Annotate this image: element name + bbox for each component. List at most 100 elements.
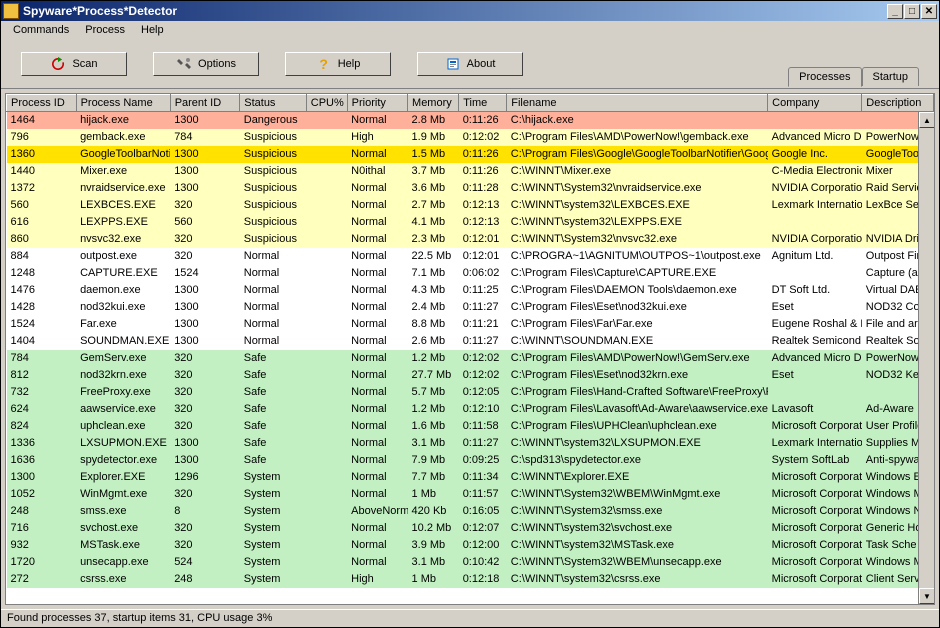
table-row[interactable]: 616LEXPPS.EXE560SuspiciousNormal4.1 Mb0:… — [7, 214, 934, 231]
tab-startup[interactable]: Startup — [862, 67, 919, 86]
table-row[interactable]: 248smss.exe8SystemAboveNorm420 Kb0:16:05… — [7, 503, 934, 520]
col-header[interactable]: Filename — [507, 95, 768, 112]
cell-pname: GemServ.exe — [76, 350, 170, 367]
cell-comp — [768, 112, 862, 129]
cell-pid: 1248 — [7, 265, 77, 282]
table-row[interactable]: 860nvsvc32.exe320SuspiciousNormal2.3 Mb0… — [7, 231, 934, 248]
cell-comp — [768, 384, 862, 401]
col-header[interactable]: Parent ID — [170, 95, 240, 112]
cell-mem: 5.7 Mb — [408, 384, 459, 401]
menu-help[interactable]: Help — [133, 23, 172, 37]
cell-parent: 1300 — [170, 299, 240, 316]
menu-commands[interactable]: Commands — [5, 23, 77, 37]
table-row[interactable]: 1464hijack.exe1300DangerousNormal2.8 Mb0… — [7, 112, 934, 129]
table-row[interactable]: 272csrss.exe248SystemHigh1 Mb0:12:18C:\W… — [7, 571, 934, 588]
cell-pid: 248 — [7, 503, 77, 520]
cell-time: 0:12:01 — [459, 248, 507, 265]
col-header[interactable]: Priority — [347, 95, 407, 112]
cell-cpu — [306, 503, 347, 520]
cell-time: 0:11:27 — [459, 333, 507, 350]
cell-mem: 2.3 Mb — [408, 231, 459, 248]
cell-status: Safe — [240, 435, 307, 452]
scroll-down-icon[interactable]: ▼ — [919, 588, 935, 604]
table-row[interactable]: 1524Far.exe1300NormalNormal8.8 Mb0:11:21… — [7, 316, 934, 333]
cell-pid: 932 — [7, 537, 77, 554]
cell-time: 0:12:13 — [459, 197, 507, 214]
table-row[interactable]: 784GemServ.exe320SafeNormal1.2 Mb0:12:02… — [7, 350, 934, 367]
cell-status: Normal — [240, 282, 307, 299]
table-row[interactable]: 1636spydetector.exe1300SafeNormal7.9 Mb0… — [7, 452, 934, 469]
scroll-up-icon[interactable]: ▲ — [919, 112, 935, 128]
cell-pid: 1428 — [7, 299, 77, 316]
table-row[interactable]: 884outpost.exe320NormalNormal22.5 Mb0:12… — [7, 248, 934, 265]
table-row[interactable]: 796gemback.exe784SuspiciousHigh1.9 Mb0:1… — [7, 129, 934, 146]
table-row[interactable]: 1372nvraidservice.exe1300SuspiciousNorma… — [7, 180, 934, 197]
col-header[interactable]: Description — [862, 95, 934, 112]
table-row[interactable]: 716svchost.exe320SystemNormal10.2 Mb0:12… — [7, 520, 934, 537]
tab-processes[interactable]: Processes — [788, 67, 861, 87]
table-row[interactable]: 1336LXSUPMON.EXE1300SafeNormal3.1 Mb0:11… — [7, 435, 934, 452]
cell-time: 0:11:26 — [459, 112, 507, 129]
cell-pname: SOUNDMAN.EXE — [76, 333, 170, 350]
table-row[interactable]: 560LEXBCES.EXE320SuspiciousNormal2.7 Mb0… — [7, 197, 934, 214]
table-row[interactable]: 824uphclean.exe320SafeNormal1.6 Mb0:11:5… — [7, 418, 934, 435]
table-row[interactable]: 1720unsecapp.exe524SystemNormal3.1 Mb0:1… — [7, 554, 934, 571]
process-table-container: Process IDProcess NameParent IDStatusCPU… — [5, 93, 935, 605]
cell-cpu — [306, 350, 347, 367]
col-header[interactable]: Status — [240, 95, 307, 112]
cell-file: C:\WINNT\System32\WBEM\WinMgmt.exe — [507, 486, 768, 503]
options-button[interactable]: Options — [153, 52, 259, 76]
cell-time: 0:11:27 — [459, 299, 507, 316]
cell-pname: CAPTURE.EXE — [76, 265, 170, 282]
cell-cpu — [306, 282, 347, 299]
cell-comp: Lexmark Internation — [768, 197, 862, 214]
cell-pid: 1524 — [7, 316, 77, 333]
cell-parent: 784 — [170, 129, 240, 146]
cell-pid: 1476 — [7, 282, 77, 299]
help-button[interactable]: ? Help — [285, 52, 391, 76]
col-header[interactable]: Process Name — [76, 95, 170, 112]
cell-mem: 3.1 Mb — [408, 435, 459, 452]
table-row[interactable]: 1476daemon.exe1300NormalNormal4.3 Mb0:11… — [7, 282, 934, 299]
col-header[interactable]: Time — [459, 95, 507, 112]
cell-file: C:\WINNT\system32\LEXPPS.EXE — [507, 214, 768, 231]
cell-mem: 3.1 Mb — [408, 554, 459, 571]
table-row[interactable]: 732FreeProxy.exe320SafeNormal5.7 Mb0:12:… — [7, 384, 934, 401]
menu-process[interactable]: Process — [77, 23, 133, 37]
cell-time: 0:11:34 — [459, 469, 507, 486]
table-row[interactable]: 932MSTask.exe320SystemNormal3.9 Mb0:12:0… — [7, 537, 934, 554]
table-row[interactable]: 1404SOUNDMAN.EXE1300NormalNormal2.6 Mb0:… — [7, 333, 934, 350]
close-button[interactable]: ✕ — [921, 4, 937, 19]
cell-pid: 1372 — [7, 180, 77, 197]
cell-parent: 1300 — [170, 333, 240, 350]
cell-pid: 1440 — [7, 163, 77, 180]
vertical-scrollbar[interactable]: ▲ ▼ — [918, 112, 934, 604]
table-row[interactable]: 812nod32krn.exe320SafeNormal27.7 Mb0:12:… — [7, 367, 934, 384]
about-button[interactable]: About — [417, 52, 523, 76]
table-row[interactable]: 1052WinMgmt.exe320SystemNormal1 Mb0:11:5… — [7, 486, 934, 503]
table-row[interactable]: 1248CAPTURE.EXE1524NormalNormal7.1 Mb0:0… — [7, 265, 934, 282]
maximize-button[interactable]: □ — [904, 4, 920, 19]
table-row[interactable]: 1360GoogleToolbarNotif1300SuspiciousNorm… — [7, 146, 934, 163]
cell-comp — [768, 265, 862, 282]
cell-file: C:\WINNT\SOUNDMAN.EXE — [507, 333, 768, 350]
table-row[interactable]: 1440Mixer.exe1300SuspiciousN0ithal3.7 Mb… — [7, 163, 934, 180]
minimize-button[interactable]: _ — [887, 4, 903, 19]
cell-comp: Eset — [768, 299, 862, 316]
cell-time: 0:10:42 — [459, 554, 507, 571]
table-row[interactable]: 624aawservice.exe320SafeNormal1.2 Mb0:12… — [7, 401, 934, 418]
col-header[interactable]: Company — [768, 95, 862, 112]
cell-pname: Explorer.EXE — [76, 469, 170, 486]
cell-pid: 560 — [7, 197, 77, 214]
table-row[interactable]: 1300Explorer.EXE1296SystemNormal7.7 Mb0:… — [7, 469, 934, 486]
cell-pname: outpost.exe — [76, 248, 170, 265]
help-icon: ? — [316, 56, 332, 72]
cell-pid: 1720 — [7, 554, 77, 571]
col-header[interactable]: CPU% — [306, 95, 347, 112]
cell-comp: Microsoft Corporati — [768, 503, 862, 520]
scan-button[interactable]: Scan — [21, 52, 127, 76]
col-header[interactable]: Process ID — [7, 95, 77, 112]
col-header[interactable]: Memory — [408, 95, 459, 112]
cell-mem: 3.7 Mb — [408, 163, 459, 180]
table-row[interactable]: 1428nod32kui.exe1300NormalNormal2.4 Mb0:… — [7, 299, 934, 316]
